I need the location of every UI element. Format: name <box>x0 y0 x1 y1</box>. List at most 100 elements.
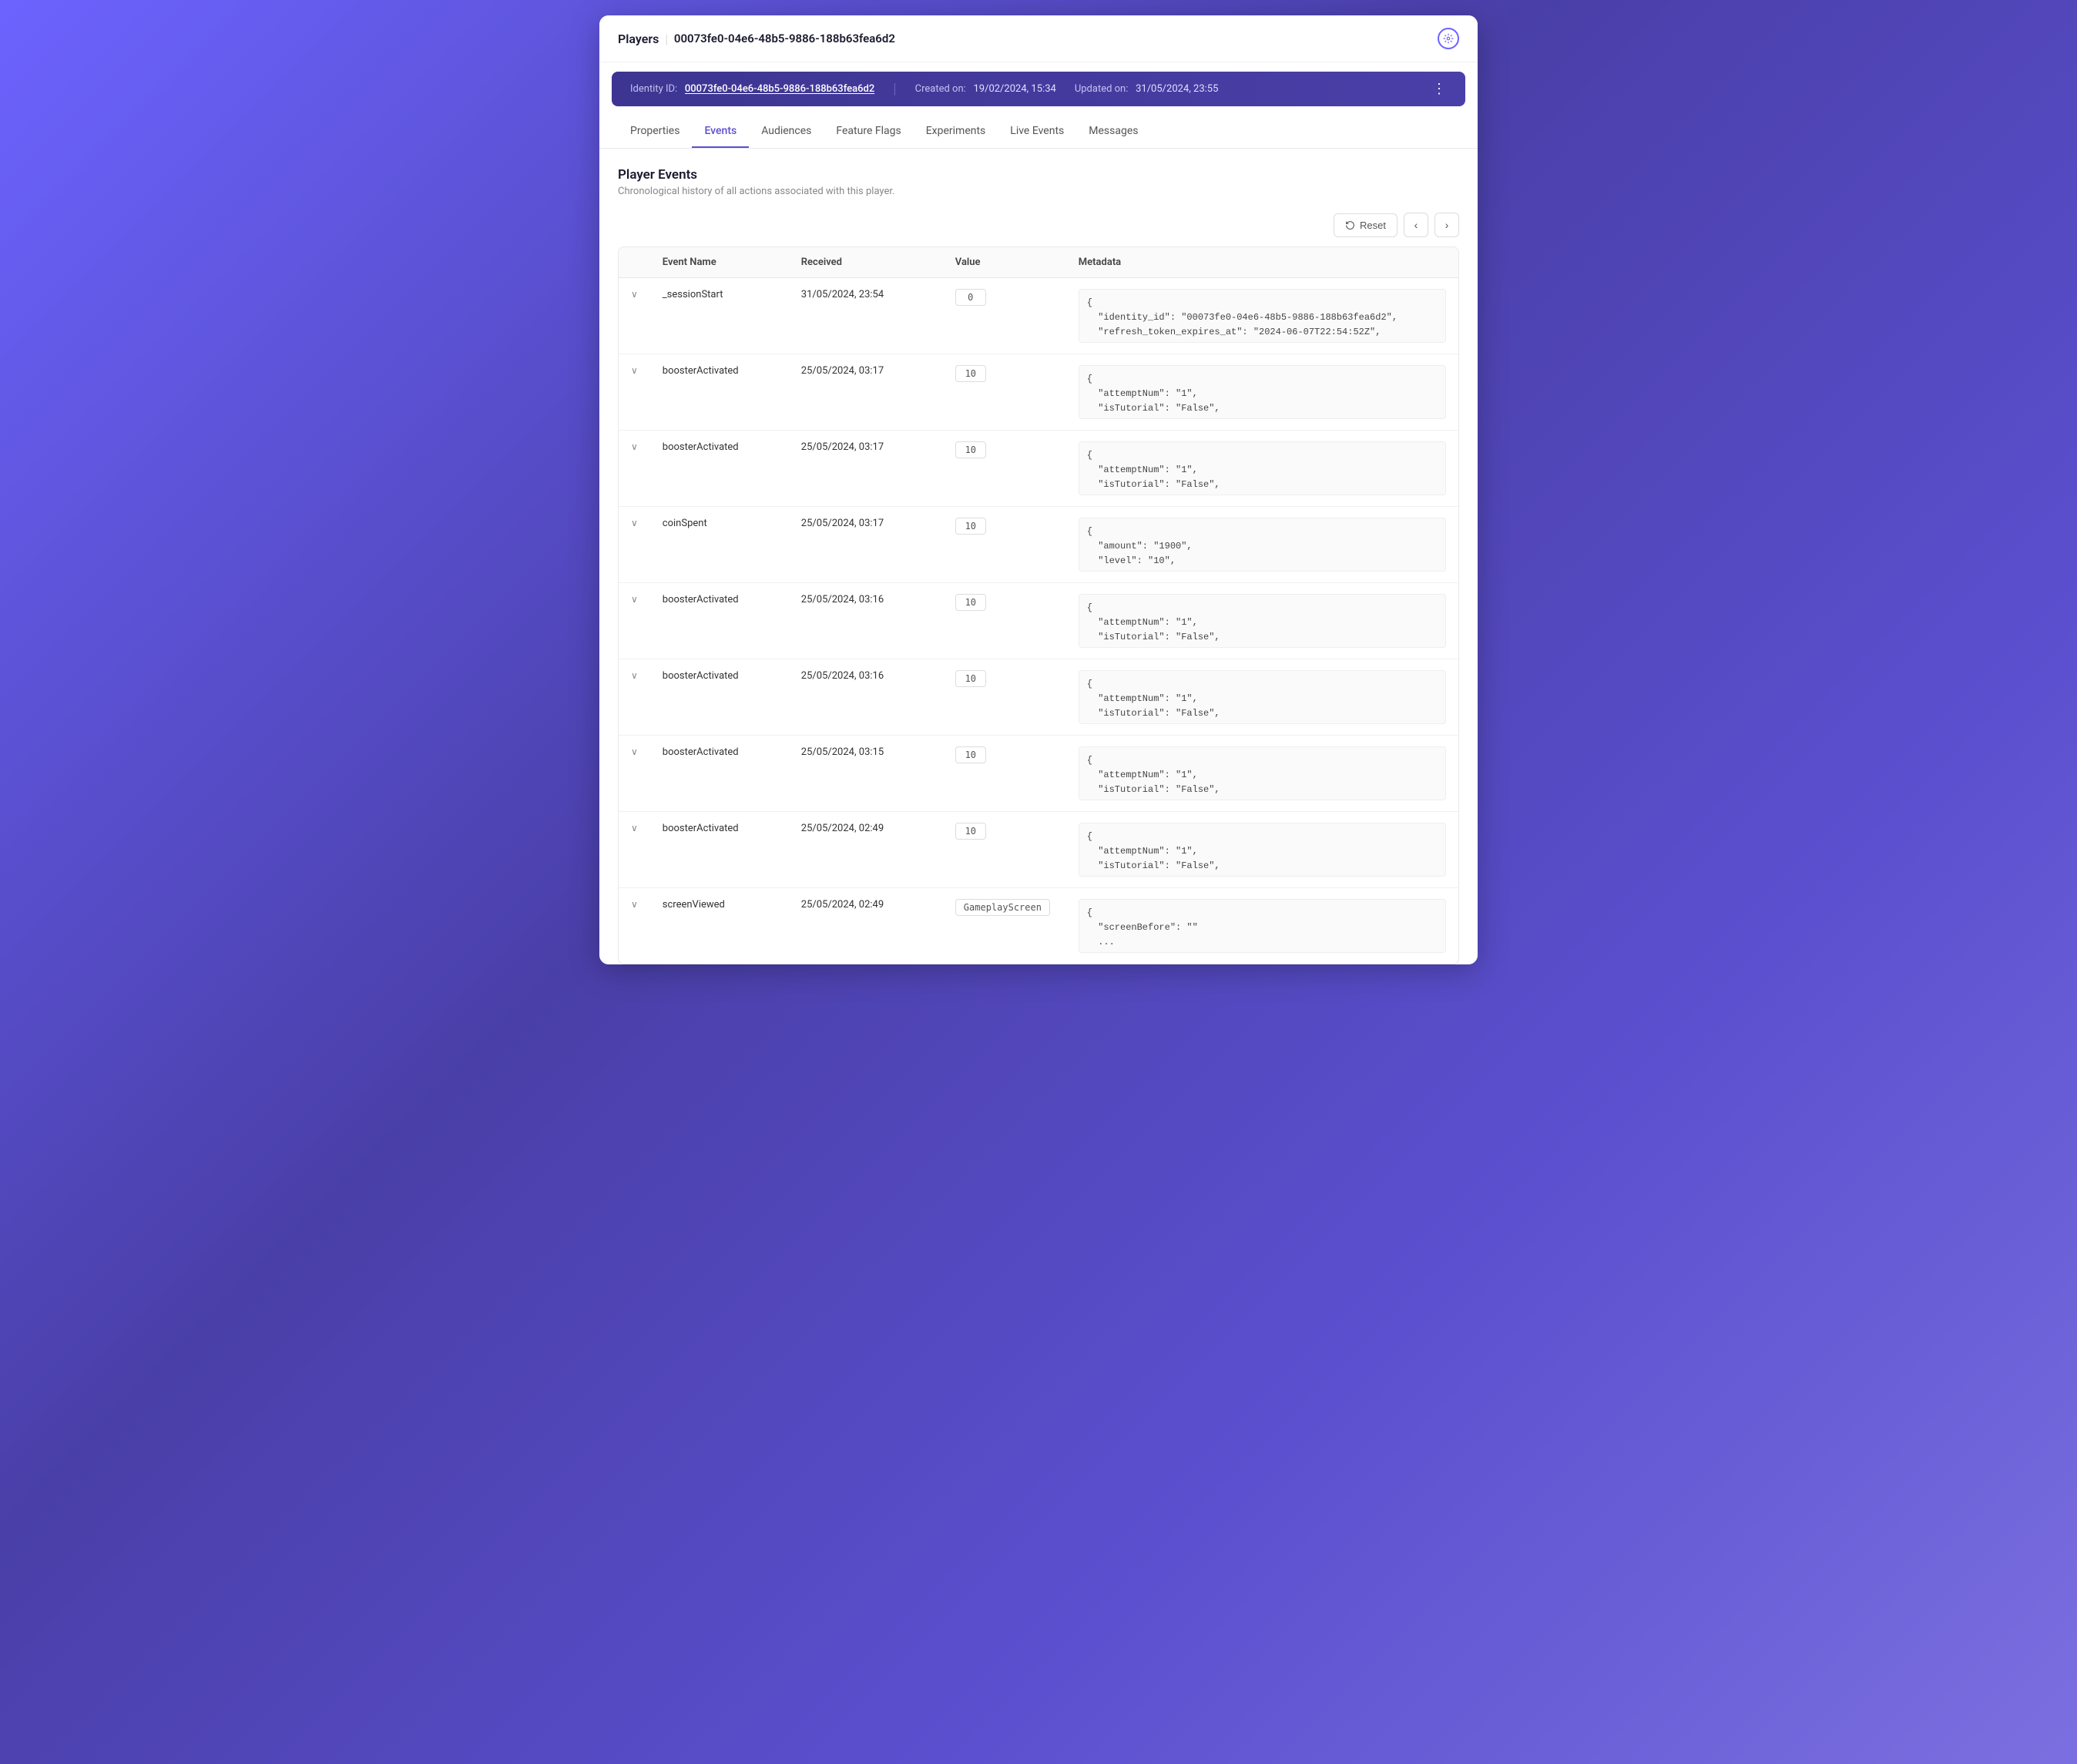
metadata-cell: { "attemptNum": "1", "isTutorial": "Fals… <box>1066 736 1458 812</box>
table-row: ∨ screenViewed 25/05/2024, 02:49 Gamepla… <box>619 888 1458 964</box>
event-name-cell: boosterActivated <box>650 583 789 659</box>
value-badge: 10 <box>955 594 986 611</box>
table-header-row: Event Name Received Value Metadata <box>619 247 1458 278</box>
event-name-cell: boosterActivated <box>650 736 789 812</box>
value-badge: 10 <box>955 823 986 840</box>
received-cell: 25/05/2024, 03:15 <box>789 736 943 812</box>
col-value: Value <box>943 247 1066 278</box>
event-name-cell: boosterActivated <box>650 354 789 431</box>
received-cell: 25/05/2024, 03:16 <box>789 659 943 736</box>
metadata-content: { "amount": "1900", "level": "10", ... <box>1079 518 1446 572</box>
received-cell: 25/05/2024, 03:17 <box>789 354 943 431</box>
tab-properties[interactable]: Properties <box>618 116 692 148</box>
section-description: Chronological history of all actions ass… <box>618 186 1459 197</box>
value-badge: 0 <box>955 289 986 306</box>
tab-events[interactable]: Events <box>692 116 749 148</box>
value-cell: GameplayScreen <box>943 888 1066 964</box>
row-expand-button[interactable]: ∨ <box>631 441 638 452</box>
value-badge: 10 <box>955 746 986 763</box>
identity-label-text: Identity ID: 00073fe0-04e6-48b5-9886-188… <box>630 83 874 95</box>
next-page-button[interactable]: › <box>1434 213 1459 237</box>
events-table: Event Name Received Value Metadata ∨ _se… <box>618 246 1459 964</box>
metadata-content: { "identity_id": "00073fe0-04e6-48b5-988… <box>1079 289 1446 343</box>
received-cell: 31/05/2024, 23:54 <box>789 278 943 354</box>
identity-info: Identity ID: 00073fe0-04e6-48b5-9886-188… <box>630 81 1218 97</box>
metadata-content: { "attemptNum": "1", "isTutorial": "Fals… <box>1079 746 1446 800</box>
row-expand-button[interactable]: ∨ <box>631 899 638 910</box>
metadata-content: { "attemptNum": "1", "isTutorial": "Fals… <box>1079 670 1446 724</box>
reset-icon <box>1345 220 1355 230</box>
received-cell: 25/05/2024, 03:16 <box>789 583 943 659</box>
metadata-cell: { "screenBefore": "" ... <box>1066 888 1458 964</box>
metadata-cell: { "identity_id": "00073fe0-04e6-48b5-988… <box>1066 278 1458 354</box>
table-row: ∨ boosterActivated 25/05/2024, 03:17 10 … <box>619 354 1458 431</box>
col-metadata: Metadata <box>1066 247 1458 278</box>
identity-id-value[interactable]: 00073fe0-04e6-48b5-9886-188b63fea6d2 <box>685 83 874 95</box>
identity-bar: Identity ID: 00073fe0-04e6-48b5-9886-188… <box>612 72 1465 106</box>
table-row: ∨ boosterActivated 25/05/2024, 03:17 10 … <box>619 431 1458 507</box>
tab-live-events[interactable]: Live Events <box>998 116 1076 148</box>
value-badge: 10 <box>955 365 986 382</box>
row-expand-button[interactable]: ∨ <box>631 594 638 605</box>
prev-page-button[interactable]: ‹ <box>1404 213 1428 237</box>
row-expand-button[interactable]: ∨ <box>631 823 638 833</box>
table-row: ∨ _sessionStart 31/05/2024, 23:54 0 { "i… <box>619 278 1458 354</box>
reset-button[interactable]: Reset <box>1334 213 1398 237</box>
table-row: ∨ boosterActivated 25/05/2024, 03:16 10 … <box>619 659 1458 736</box>
tab-experiments[interactable]: Experiments <box>914 116 998 148</box>
table-toolbar: Reset ‹ › <box>618 213 1459 237</box>
row-expand-button[interactable]: ∨ <box>631 670 638 681</box>
metadata-cell: { "attemptNum": "1", "isTutorial": "Fals… <box>1066 659 1458 736</box>
created-on: Created on: 19/02/2024, 15:34 <box>915 83 1056 95</box>
received-cell: 25/05/2024, 02:49 <box>789 812 943 888</box>
row-expand-button[interactable]: ∨ <box>631 518 638 528</box>
table-row: ∨ coinSpent 25/05/2024, 03:17 10 { "amou… <box>619 507 1458 583</box>
table-row: ∨ boosterActivated 25/05/2024, 02:49 10 … <box>619 812 1458 888</box>
value-cell: 10 <box>943 507 1066 583</box>
table-row: ∨ boosterActivated 25/05/2024, 03:15 10 … <box>619 736 1458 812</box>
tab-messages[interactable]: Messages <box>1076 116 1150 148</box>
player-id: 00073fe0-04e6-48b5-9886-188b63fea6d2 <box>674 32 895 45</box>
col-event-name: Event Name <box>650 247 789 278</box>
received-cell: 25/05/2024, 03:17 <box>789 431 943 507</box>
tabs-bar: Properties Events Audiences Feature Flag… <box>599 116 1478 149</box>
more-menu-button[interactable]: ⋮ <box>1432 81 1447 97</box>
metadata-cell: { "amount": "1900", "level": "10", ... <box>1066 507 1458 583</box>
metadata-content: { "attemptNum": "1", "isTutorial": "Fals… <box>1079 365 1446 419</box>
received-cell: 25/05/2024, 02:49 <box>789 888 943 964</box>
metadata-content: { "attemptNum": "1", "isTutorial": "Fals… <box>1079 441 1446 495</box>
section-title: Player Events <box>618 167 1459 183</box>
row-expand-button[interactable]: ∨ <box>631 746 638 757</box>
metadata-cell: { "attemptNum": "1", "isTutorial": "Fals… <box>1066 812 1458 888</box>
value-badge: 10 <box>955 518 986 535</box>
metadata-cell: { "attemptNum": "1", "isTutorial": "Fals… <box>1066 431 1458 507</box>
metadata-content: { "screenBefore": "" ... <box>1079 899 1446 953</box>
row-expand-button[interactable]: ∨ <box>631 365 638 376</box>
main-container: Players | 00073fe0-04e6-48b5-9886-188b63… <box>599 15 1478 964</box>
updated-on: Updated on: 31/05/2024, 23:55 <box>1075 83 1219 95</box>
bar-divider: | <box>893 81 896 97</box>
value-badge: 10 <box>955 441 986 458</box>
event-name-cell: screenViewed <box>650 888 789 964</box>
page-header: Players | 00073fe0-04e6-48b5-9886-188b63… <box>599 15 1478 62</box>
tab-audiences[interactable]: Audiences <box>749 116 824 148</box>
row-expand-button[interactable]: ∨ <box>631 289 638 300</box>
tab-feature-flags[interactable]: Feature Flags <box>824 116 913 148</box>
col-received: Received <box>789 247 943 278</box>
received-cell: 25/05/2024, 03:17 <box>789 507 943 583</box>
page-title-area: Players | 00073fe0-04e6-48b5-9886-188b63… <box>618 32 895 46</box>
metadata-content: { "attemptNum": "1", "isTutorial": "Fals… <box>1079 594 1446 648</box>
value-cell: 10 <box>943 659 1066 736</box>
settings-icon[interactable] <box>1438 28 1459 49</box>
metadata-content: { "attemptNum": "1", "isTutorial": "Fals… <box>1079 823 1446 877</box>
value-cell: 10 <box>943 812 1066 888</box>
value-cell: 0 <box>943 278 1066 354</box>
value-cell: 10 <box>943 431 1066 507</box>
metadata-cell: { "attemptNum": "1", "isTutorial": "Fals… <box>1066 583 1458 659</box>
players-label: Players <box>618 32 659 46</box>
event-name-cell: _sessionStart <box>650 278 789 354</box>
event-name-cell: coinSpent <box>650 507 789 583</box>
event-name-cell: boosterActivated <box>650 812 789 888</box>
col-expand <box>619 247 650 278</box>
value-cell: 10 <box>943 736 1066 812</box>
